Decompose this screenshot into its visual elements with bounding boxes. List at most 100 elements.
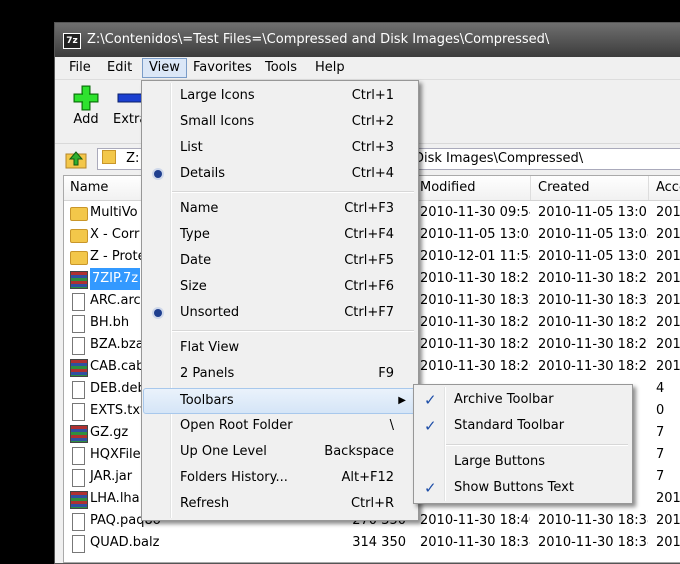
submenu-item-standard-toolbar[interactable]: ✓ Standard Toolbar	[416, 414, 630, 438]
archive-icon	[70, 491, 88, 509]
menu-separator	[172, 330, 414, 332]
menu-item-label: 2 Panels	[180, 366, 235, 381]
row-created: 2010-11-05 13:08	[538, 249, 648, 264]
menu-separator	[172, 191, 414, 193]
menu-item-shortcut: Ctrl+F3	[344, 201, 394, 216]
up-folder-icon[interactable]	[65, 149, 87, 169]
menu-edit[interactable]: Edit	[101, 59, 138, 77]
archive-icon	[70, 425, 88, 443]
row-accessed: 2010	[656, 249, 680, 264]
menu-file[interactable]: File	[63, 59, 97, 77]
menu-item-label: Up One Level	[180, 444, 267, 459]
document-icon	[72, 293, 85, 311]
menu-tools[interactable]: Tools	[259, 59, 303, 77]
title-bar[interactable]: 7z Z:\Contenidos\=Test Files=\Compressed…	[55, 23, 680, 57]
row-accessed: 2010	[656, 513, 680, 528]
row-created: 2010-11-30 18:32	[538, 293, 648, 308]
menu-item-label: Type	[180, 227, 210, 242]
menu-help[interactable]: Help	[309, 59, 351, 77]
menu-item-refresh[interactable]: Refresh Ctrl+R	[144, 492, 416, 516]
menu-item-label: Flat View	[180, 340, 240, 355]
row-name: CAB.cab	[90, 359, 145, 374]
menu-item-flat-view[interactable]: Flat View	[144, 336, 416, 360]
menu-item-label: Folders History...	[180, 470, 288, 485]
menu-item-up-one-level[interactable]: Up One Level Backspace	[144, 440, 416, 464]
document-icon	[72, 337, 85, 355]
row-accessed: 0	[656, 403, 665, 418]
document-icon	[72, 469, 85, 487]
row-created: 2010-11-30 18:27	[538, 337, 648, 352]
document-icon	[72, 535, 85, 553]
menu-item-label: List	[180, 140, 203, 155]
7zip-app-icon: 7z	[63, 33, 81, 49]
row-accessed: 2010	[656, 227, 680, 242]
archive-icon	[70, 359, 88, 377]
submenu-item-show-buttons-text[interactable]: ✓ Show Buttons Text	[416, 476, 630, 500]
menu-item-label: Archive Toolbar	[454, 392, 554, 407]
menu-favorites[interactable]: Favorites	[187, 59, 258, 77]
menu-item-shortcut: Ctrl+3	[351, 140, 394, 155]
menu-item-unsorted[interactable]: Unsorted Ctrl+F7	[144, 301, 416, 325]
menu-item-list[interactable]: List Ctrl+3	[144, 136, 416, 160]
column-modified[interactable]: Modified	[414, 176, 531, 200]
menu-item-label: Large Buttons	[454, 454, 546, 469]
submenu-item-large-buttons[interactable]: Large Buttons	[416, 450, 630, 474]
menu-item-shortcut: Ctrl+F6	[344, 279, 394, 294]
menu-item-size[interactable]: Size Ctrl+F6	[144, 275, 416, 299]
row-accessed: 7	[656, 447, 665, 462]
menu-item-label: Unsorted	[180, 305, 240, 320]
menu-item-label: Size	[180, 279, 207, 294]
menu-item-shortcut: Ctrl+1	[351, 88, 394, 103]
row-name: LHA.lha	[90, 491, 140, 506]
row-accessed: 2010	[656, 315, 680, 330]
menu-item-small-icons[interactable]: Small Icons Ctrl+2	[144, 110, 416, 134]
menu-item-shortcut: Ctrl+F7	[344, 305, 394, 320]
row-accessed: 2010	[656, 293, 680, 308]
row-name: Z - Prote	[90, 249, 146, 264]
row-modified: 2010-11-30 18:25	[420, 337, 530, 352]
add-button[interactable]: Add	[67, 84, 105, 127]
menu-item-date[interactable]: Date Ctrl+F5	[144, 249, 416, 273]
menu-item-toolbars[interactable]: Toolbars ▶	[143, 388, 417, 414]
menu-item-label: Show Buttons Text	[454, 480, 574, 495]
row-created: 2010-11-30 18:27	[538, 359, 648, 374]
menu-item-label: Details	[180, 166, 226, 181]
row-accessed: 2010	[656, 337, 680, 352]
row-name: GZ.gz	[90, 425, 129, 440]
menu-item-details[interactable]: Details Ctrl+4	[144, 162, 416, 186]
document-icon	[72, 513, 85, 531]
row-name: HQXFile	[90, 447, 141, 462]
row-name: DEB.deb	[90, 381, 146, 396]
add-label: Add	[73, 112, 99, 127]
menu-item-2-panels[interactable]: 2 Panels F9	[144, 362, 416, 386]
menu-item-type[interactable]: Type Ctrl+F4	[144, 223, 416, 247]
row-modified: 2010-11-30 09:54	[420, 205, 530, 220]
window-title: Z:\Contenidos\=Test Files=\Compressed an…	[87, 32, 550, 47]
menu-item-label: Date	[180, 253, 212, 268]
row-accessed: 2010	[656, 271, 680, 286]
menu-view[interactable]: View	[142, 58, 187, 78]
checkmark-icon: ✓	[424, 479, 437, 497]
radio-bullet-icon	[154, 309, 162, 317]
menu-item-folders-history[interactable]: Folders History... Alt+F12	[144, 466, 416, 490]
menu-item-open-root-folder[interactable]: Open Root Folder \	[144, 414, 416, 438]
menu-item-name[interactable]: Name Ctrl+F3	[144, 197, 416, 221]
document-icon	[72, 403, 85, 421]
view-menu: Large Icons Ctrl+1 Small Icons Ctrl+2 List Ct…	[141, 80, 419, 521]
row-name: EXTS.txt	[90, 403, 146, 418]
row-name: 7ZIP.7z	[90, 268, 141, 290]
menu-item-shortcut: Ctrl+F5	[344, 253, 394, 268]
row-name: BZA.bza	[90, 337, 144, 352]
column-created[interactable]: Created	[532, 176, 649, 200]
row-modified: 2010-12-01 11:54	[420, 249, 530, 264]
archive-icon	[70, 271, 88, 289]
radio-bullet-icon	[154, 170, 162, 178]
row-accessed: 2010	[656, 359, 680, 374]
row-modified: 2010-11-30 18:25	[420, 271, 530, 286]
column-accessed[interactable]: Acce	[650, 176, 680, 200]
submenu-item-archive-toolbar[interactable]: ✓ Archive Toolbar	[416, 388, 630, 412]
row-name: X - Corr	[90, 227, 140, 242]
checkmark-icon: ✓	[424, 391, 437, 409]
menu-item-large-icons[interactable]: Large Icons Ctrl+1	[144, 84, 416, 108]
row-accessed: 7	[656, 469, 665, 484]
